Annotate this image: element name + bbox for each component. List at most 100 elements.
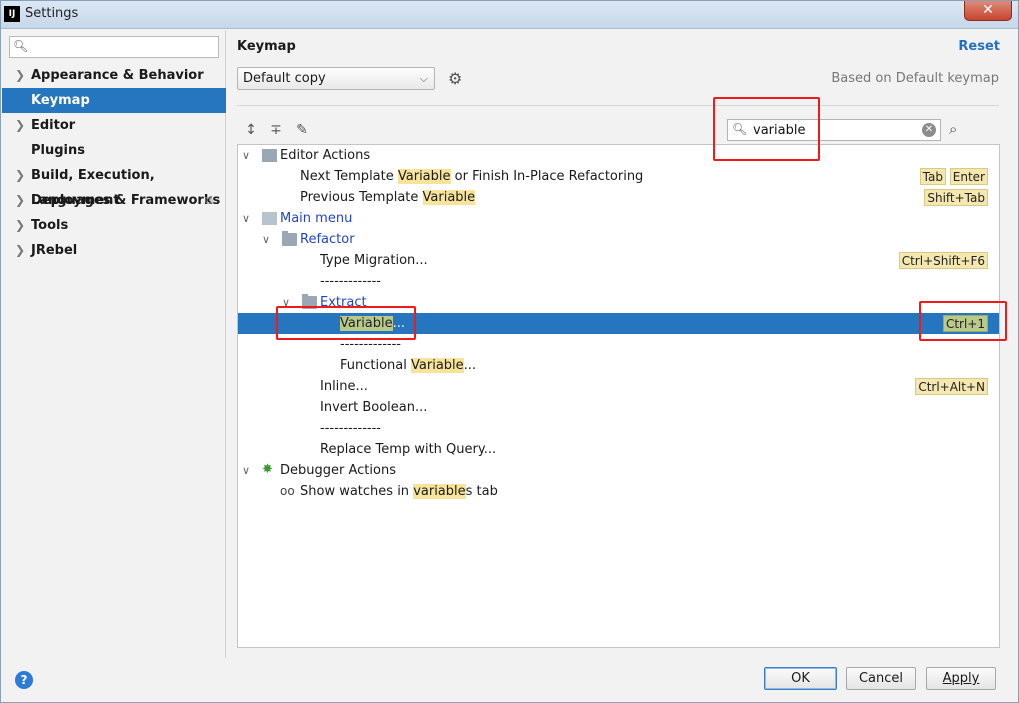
shortcut-badge: Ctrl+1 (942, 315, 988, 332)
sidebar-item-build-execution-deployment[interactable]: ❯ Build, Execution, Deployment (2, 163, 226, 208)
tree-label: Next Template (300, 169, 398, 184)
match-highlight: Variable (340, 316, 393, 331)
sidebar-item-label: Plugins (31, 143, 85, 158)
tree-label: Refactor (300, 232, 355, 247)
tree-row-separator: ------------- (238, 334, 999, 355)
keymap-filter-input[interactable]: 🔍︎ ✕ (727, 119, 941, 141)
chevron-right-icon: ❯ (15, 193, 26, 207)
keymap-panel: Keymap Reset Default copy ⌵ ⚙ Based on D… (227, 30, 1018, 658)
match-highlight: Variable (397, 169, 451, 184)
separator-label: ------------- (340, 337, 401, 352)
sidebar-item-languages-frameworks[interactable]: ❯ Languages & Frameworks ⧉ (2, 188, 226, 213)
shortcut-badge: Ctrl+Shift+F6 (898, 252, 988, 269)
tree-row-main-menu[interactable]: ∨ Main menu (238, 208, 999, 229)
project-level-icon: ⧉ (205, 194, 213, 207)
gear-icon[interactable]: ⚙ (448, 69, 462, 88)
tree-label: Inline... (320, 379, 368, 394)
tree-label: Functional (340, 358, 412, 373)
tree-row-type-migration[interactable]: Type Migration... Ctrl+Shift+F6 (238, 250, 999, 271)
separator-label: ------------- (320, 421, 381, 436)
title-bar: IJ Settings ✕ (1, 1, 1018, 29)
tree-label: Main menu (280, 211, 353, 226)
filter-text[interactable] (753, 121, 913, 139)
sidebar-item-label: Appearance & Behavior (31, 68, 204, 83)
chevron-right-icon: ❯ (15, 218, 26, 232)
tree-label: Editor Actions (280, 148, 371, 163)
tree-row-editor-actions[interactable]: ∨ Editor Actions (238, 145, 999, 166)
chevron-down-icon: ∨ (262, 233, 271, 246)
keymap-select[interactable]: Default copy ⌵ (237, 67, 435, 90)
search-icon: 🔍︎ (13, 39, 29, 53)
tree-row-next-template-variable[interactable]: Next Template Variable or Finish In-Plac… (238, 166, 999, 187)
settings-window: IJ Settings ✕ 🔍︎ ❯ Appearance & Behavior… (0, 0, 1019, 703)
chevron-right-icon: ❯ (15, 68, 26, 82)
keymap-tree: ∨ Editor Actions Next Template Variable … (237, 144, 1000, 648)
chevron-down-icon: ∨ (242, 149, 251, 162)
tree-row-debugger-actions[interactable]: ∨ ✸ Debugger Actions (238, 460, 999, 481)
page-title: Keymap (237, 39, 296, 54)
glasses-icon: oo (280, 484, 295, 498)
tree-row-extract-variable[interactable]: Variable... Ctrl+1 (238, 313, 999, 334)
find-by-shortcut-icon[interactable]: ⌕ (949, 120, 957, 138)
tree-label: Replace Temp with Query... (320, 442, 497, 457)
sidebar-item-label: Tools (31, 218, 69, 233)
tree-row-extract[interactable]: ∨ Extract (238, 292, 999, 313)
sidebar-item-tools[interactable]: ❯ Tools (2, 213, 226, 238)
intellij-app-icon: IJ (4, 6, 20, 22)
tree-row-previous-template-variable[interactable]: Previous Template Variable Shift+Tab (238, 187, 999, 208)
based-on-label: Based on Default keymap (831, 71, 999, 86)
tree-label: or Finish In-Place Refactoring (450, 169, 644, 184)
folder-icon (262, 149, 277, 162)
chevron-down-icon: ⌵ (419, 72, 428, 85)
sidebar-item-editor[interactable]: ❯ Editor (2, 113, 226, 138)
search-icon: 🔍︎ (732, 122, 748, 136)
tree-row-separator: ------------- (238, 271, 999, 292)
sidebar-item-label: Editor (31, 118, 76, 133)
bug-icon: ✸ (262, 462, 273, 477)
tree-row-show-watches[interactable]: oo Show watches in variables tab (238, 481, 999, 502)
close-button[interactable]: ✕ (964, 1, 1012, 21)
sidebar-item-appearance-behavior[interactable]: ❯ Appearance & Behavior (2, 63, 226, 88)
tree-label: s tab (465, 484, 498, 499)
chevron-down-icon: ∨ (242, 464, 251, 477)
settings-search-input[interactable]: 🔍︎ (9, 36, 219, 58)
divider (237, 105, 999, 106)
chevron-right-icon: ❯ (15, 118, 26, 132)
folder-icon (282, 231, 297, 246)
window-title: Settings (25, 6, 79, 21)
help-icon[interactable]: ? (15, 671, 33, 689)
folder-icon (302, 294, 317, 309)
sidebar-item-label: Languages & Frameworks (31, 193, 221, 208)
expand-all-icon[interactable]: ↕ (242, 121, 260, 139)
apply-button[interactable]: Apply (926, 667, 996, 690)
sidebar-item-jrebel[interactable]: ❯ JRebel (2, 238, 226, 263)
collapse-all-icon[interactable]: ∓ (267, 121, 285, 139)
settings-sidebar: 🔍︎ ❯ Appearance & Behavior Keymap ❯ Edit… (2, 30, 226, 658)
tree-label: Invert Boolean... (320, 400, 428, 415)
tree-row-invert-boolean[interactable]: Invert Boolean... (238, 397, 999, 418)
cancel-button[interactable]: Cancel (846, 667, 916, 690)
ok-button[interactable]: OK (764, 667, 837, 690)
tree-label: Show watches in (300, 484, 414, 499)
edit-pencil-icon[interactable]: ✎ (293, 121, 311, 139)
reset-link[interactable]: Reset (958, 39, 1000, 54)
match-highlight: Variable (411, 358, 464, 373)
separator-label: ------------- (320, 274, 381, 289)
sidebar-item-plugins[interactable]: Plugins (2, 138, 226, 163)
shortcut-badge: Shift+Tab (924, 189, 988, 206)
tree-row-refactor[interactable]: ∨ Refactor (238, 229, 999, 250)
clear-icon[interactable]: ✕ (922, 123, 936, 137)
chevron-right-icon: ❯ (15, 243, 26, 257)
sidebar-item-keymap[interactable]: Keymap (2, 88, 226, 113)
tree-row-replace-temp[interactable]: Replace Temp with Query... (238, 439, 999, 460)
apply-button-label: Apply (942, 671, 980, 686)
chevron-down-icon: ∨ (282, 296, 291, 309)
chevron-down-icon: ∨ (242, 212, 251, 225)
menu-icon (262, 212, 277, 225)
tree-row-functional-variable[interactable]: Functional Variable... (238, 355, 999, 376)
sidebar-item-label: Keymap (31, 93, 90, 108)
match-highlight: Variable (422, 190, 476, 205)
shortcut-badge: Enter (949, 168, 988, 185)
tree-row-inline[interactable]: Inline... Ctrl+Alt+N (238, 376, 999, 397)
tree-label: Debugger Actions (280, 463, 396, 478)
